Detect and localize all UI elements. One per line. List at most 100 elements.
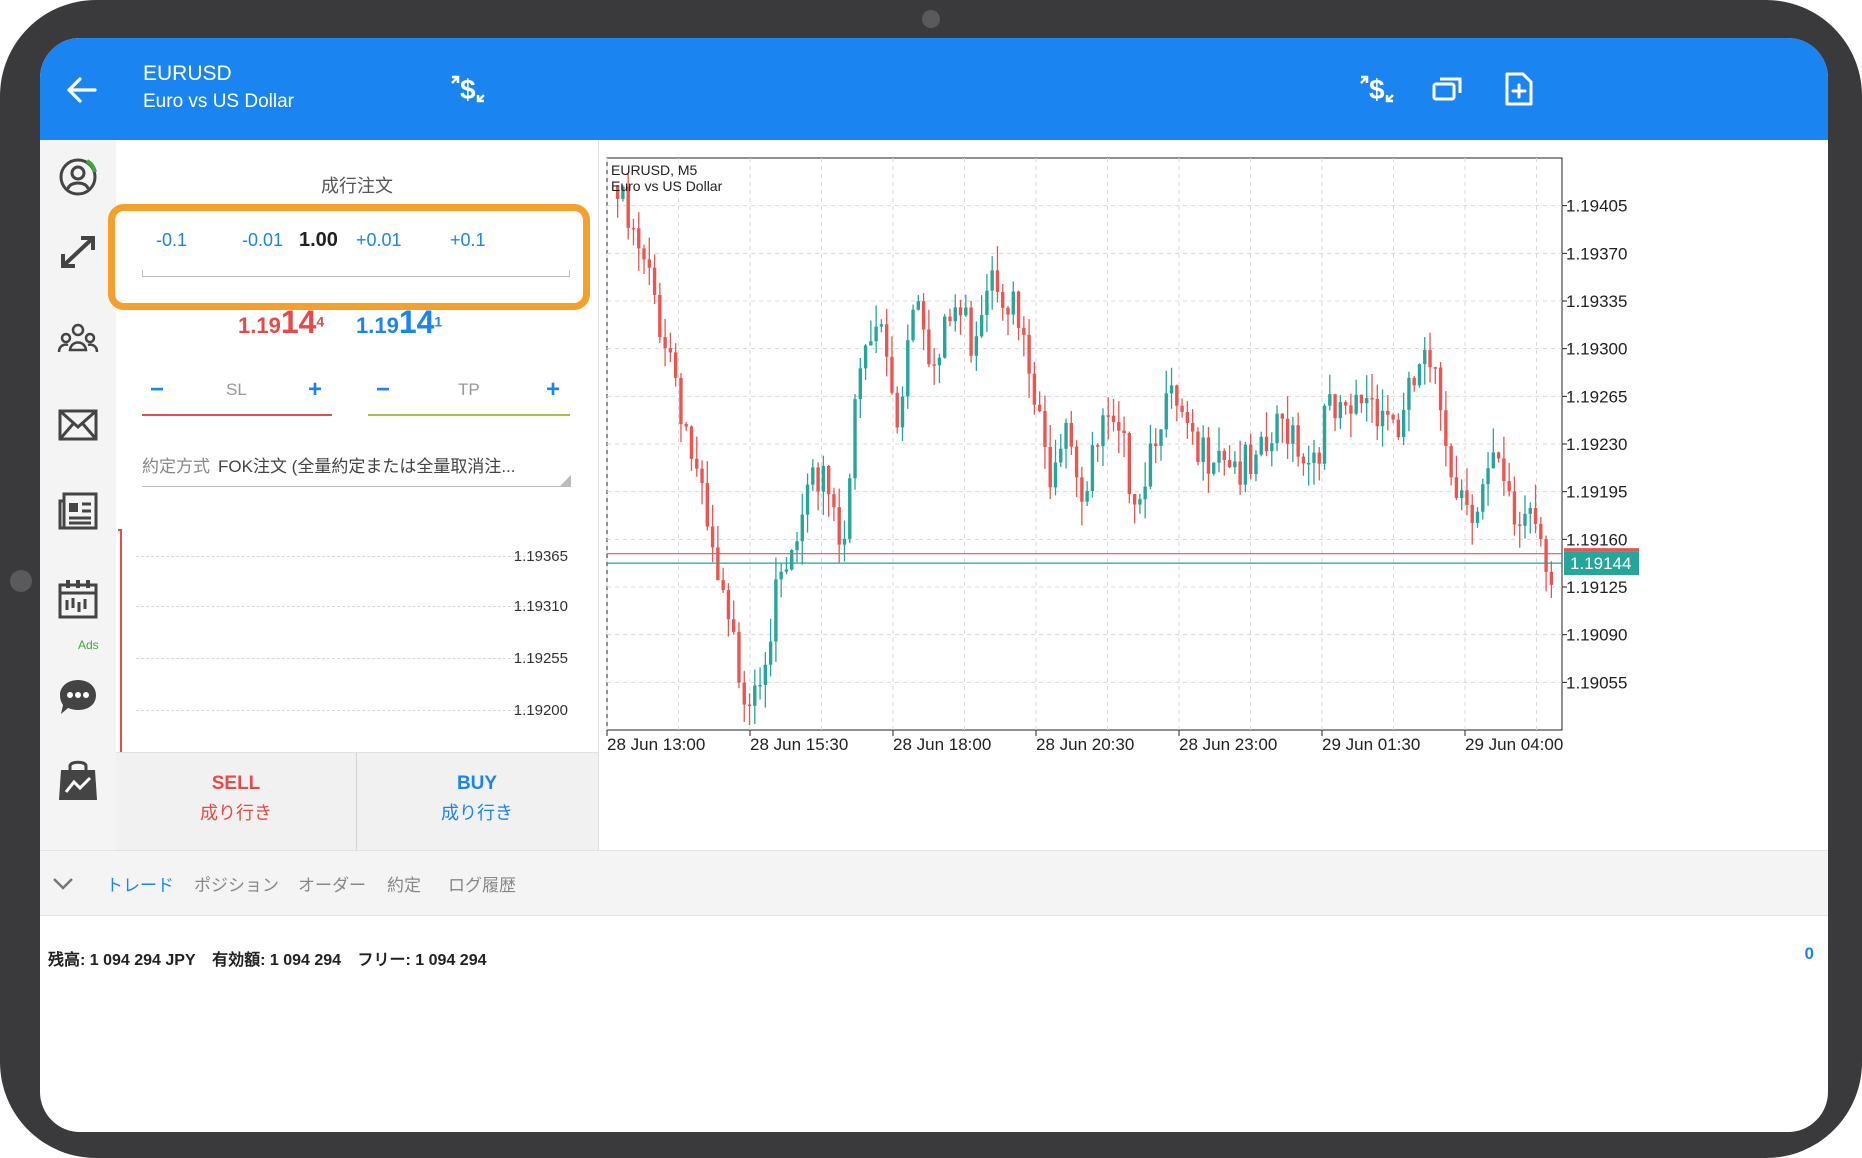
candle-body bbox=[964, 307, 968, 316]
community-icon[interactable] bbox=[40, 308, 116, 366]
ask-price: 1.19141 bbox=[356, 304, 443, 340]
sl-minus-button[interactable]: − bbox=[150, 376, 164, 404]
camera-dot bbox=[922, 10, 940, 28]
sell-button[interactable]: SELL 成り行き bbox=[116, 753, 357, 851]
candle-body bbox=[1475, 511, 1480, 523]
candle-body bbox=[758, 684, 762, 687]
tab-trade[interactable]: トレード bbox=[106, 871, 174, 896]
candle-body bbox=[1523, 513, 1527, 526]
tp-plus-button[interactable]: + bbox=[546, 376, 560, 404]
candle-body bbox=[768, 641, 773, 665]
candle-body bbox=[1391, 414, 1395, 420]
candle-body bbox=[811, 467, 815, 485]
candle-body bbox=[1507, 481, 1511, 492]
fill-policy-underline bbox=[142, 486, 570, 487]
sl-plus-button[interactable]: + bbox=[308, 376, 322, 404]
x-tick-label: 28 Jun 13:00 bbox=[607, 735, 705, 754]
chat-icon[interactable] bbox=[40, 668, 116, 726]
stop-loss-field[interactable]: − SL + bbox=[142, 376, 332, 416]
candle-body bbox=[673, 352, 678, 378]
candle-body bbox=[1491, 452, 1496, 469]
candle-body bbox=[1180, 405, 1184, 412]
x-tick-label: 29 Jun 04:00 bbox=[1465, 735, 1563, 754]
volume-minus-0-01-button[interactable]: -0.01 bbox=[242, 230, 283, 251]
tab-orders[interactable]: オーダー bbox=[298, 871, 366, 896]
windows-icon[interactable] bbox=[1424, 66, 1470, 112]
chart-canvas[interactable]: 1.19405 1.19370 1.19335 1.19300 1.19265 1.192… bbox=[600, 140, 1828, 850]
candle-body bbox=[879, 324, 884, 327]
candle-body bbox=[1006, 307, 1010, 315]
candle-body bbox=[684, 424, 688, 427]
mini-tick-chart: 1.19365 1.19310 1.19255 1.19200 bbox=[116, 520, 598, 752]
volume-minus-0-1-button[interactable]: -0.1 bbox=[156, 230, 187, 251]
candle-body bbox=[710, 526, 715, 548]
mail-icon[interactable] bbox=[40, 396, 116, 454]
candle-body bbox=[816, 467, 820, 492]
new-order-icon[interactable] bbox=[1496, 64, 1542, 114]
one-click-trade-icon[interactable]: $ bbox=[1354, 66, 1400, 112]
candle-body bbox=[1354, 394, 1358, 414]
candle-body bbox=[1359, 394, 1364, 404]
candle-body bbox=[695, 458, 699, 469]
candle-body bbox=[1080, 477, 1084, 502]
candle-body bbox=[1433, 367, 1437, 369]
candle-body bbox=[1544, 539, 1548, 572]
tab-positions[interactable]: ポジション bbox=[194, 871, 279, 896]
chevron-down-icon[interactable] bbox=[48, 869, 78, 899]
candle-body bbox=[1502, 458, 1506, 482]
buy-button[interactable]: BUY 成り行き bbox=[357, 753, 597, 851]
candle-body bbox=[1132, 494, 1137, 505]
tab-journal[interactable]: ログ履歴 bbox=[448, 871, 516, 896]
candle-body bbox=[1438, 367, 1443, 411]
mini-level-label: 1.19255 bbox=[513, 650, 568, 667]
candle-body bbox=[953, 307, 957, 322]
candle-body bbox=[895, 392, 899, 428]
sl-underline bbox=[142, 414, 332, 416]
candle-body bbox=[1380, 410, 1385, 427]
candle-body bbox=[890, 356, 894, 393]
fill-policy-select[interactable]: 約定方式 FOK注文 (全量約定または全量取消注... bbox=[142, 452, 570, 477]
candle-body bbox=[1449, 446, 1453, 478]
tab-deals[interactable]: 約定 bbox=[387, 871, 421, 896]
take-profit-field[interactable]: − TP + bbox=[368, 376, 570, 416]
calendar-icon[interactable] bbox=[40, 570, 116, 628]
news-icon[interactable] bbox=[40, 482, 116, 540]
candle-body bbox=[1201, 437, 1205, 463]
candle-body bbox=[1370, 397, 1374, 400]
price-chart[interactable]: 1.19405 1.19370 1.19335 1.19300 1.19265 1.192… bbox=[600, 140, 1828, 850]
market-icon[interactable] bbox=[40, 752, 116, 810]
candle-body bbox=[642, 248, 646, 260]
y-tick-label: 1.19335 bbox=[1566, 292, 1627, 311]
symbol-description: Euro vs US Dollar bbox=[143, 91, 294, 112]
candle-body bbox=[1417, 364, 1422, 386]
quick-trade-icon[interactable]: $ bbox=[445, 66, 491, 112]
candle-body bbox=[1159, 429, 1163, 446]
back-arrow-icon[interactable] bbox=[60, 68, 104, 112]
candle-body bbox=[874, 326, 878, 342]
account-icon[interactable] bbox=[40, 148, 116, 206]
current-price-tag-top bbox=[1564, 548, 1639, 552]
bid-price: 1.19144 bbox=[238, 304, 325, 340]
candle-body bbox=[863, 345, 868, 369]
candle-body bbox=[927, 329, 931, 365]
candle-body bbox=[1512, 491, 1517, 525]
volume-plus-0-01-button[interactable]: +0.01 bbox=[356, 230, 402, 251]
candle-body bbox=[784, 569, 789, 572]
candle-body bbox=[1322, 405, 1327, 464]
candle-body bbox=[1518, 524, 1522, 526]
candle-body bbox=[1533, 508, 1538, 524]
ads-label: Ads bbox=[78, 638, 99, 652]
candle-body bbox=[1053, 462, 1058, 488]
candle-body bbox=[1212, 462, 1216, 474]
svg-text:$: $ bbox=[1369, 74, 1385, 105]
volume-plus-0-1-button[interactable]: +0.1 bbox=[450, 230, 486, 251]
candle-body bbox=[1428, 350, 1432, 368]
trade-icon[interactable] bbox=[40, 222, 116, 280]
candle-body bbox=[763, 664, 768, 685]
volume-underline bbox=[142, 270, 570, 277]
candle-body bbox=[1481, 484, 1485, 512]
candle-body bbox=[1022, 327, 1026, 335]
candle-body bbox=[1011, 291, 1015, 315]
volume-input[interactable]: 1.00 bbox=[299, 229, 338, 252]
tp-minus-button[interactable]: − bbox=[376, 376, 390, 404]
